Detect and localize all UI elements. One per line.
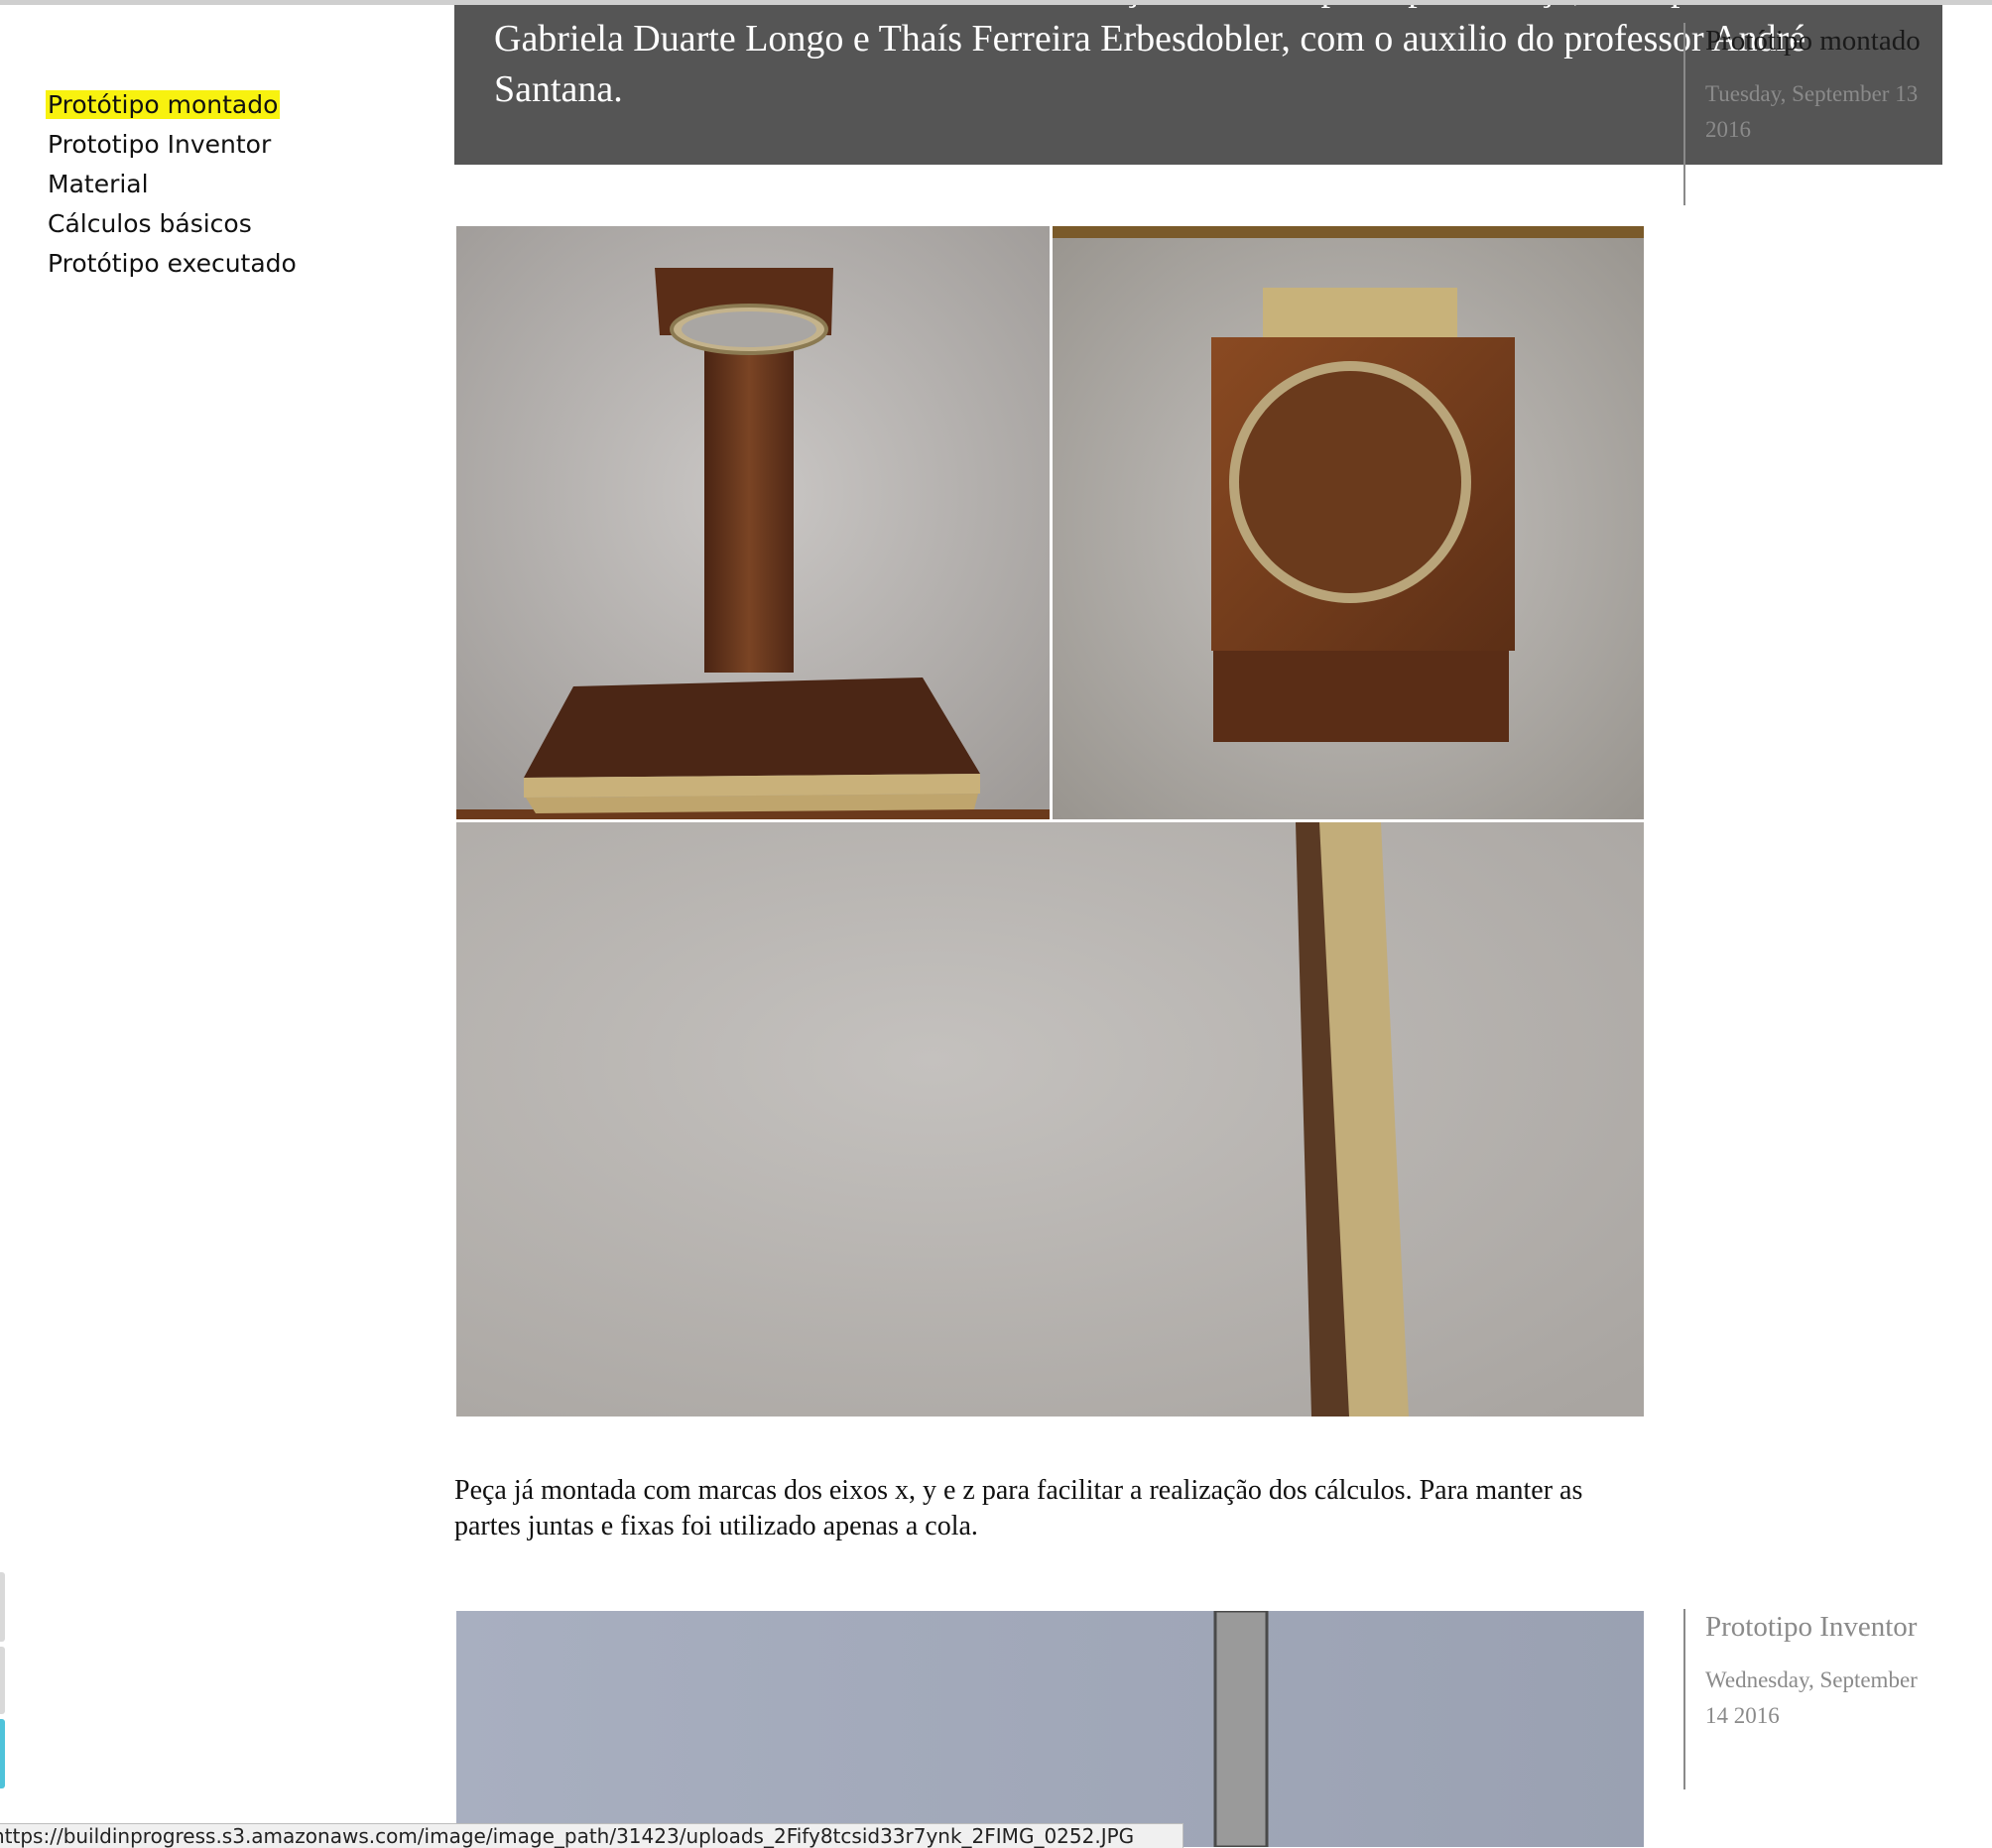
nav-item-label: Protótipo executado <box>48 249 297 278</box>
nav-item-prototipo-montado[interactable]: Protótipo montado <box>46 85 299 125</box>
entry-title: Prototipo Inventor <box>1705 1611 1918 1643</box>
side-edge-tab[interactable] <box>0 1647 5 1714</box>
nav-item-prototipo-executado[interactable]: Protótipo executado <box>46 244 299 284</box>
entry-meta-prototipo-montado: Protótipo montado Tuesday, September 13 … <box>1683 23 1933 205</box>
inventor-render-image <box>456 1611 1644 1847</box>
side-edge-tab-active[interactable] <box>0 1719 5 1788</box>
nav-item-label: Protótipo montado <box>46 90 281 119</box>
nav-item-label: Prototipo Inventor <box>48 130 272 159</box>
entry-date: Wednesday, September 14 2016 <box>1705 1667 1918 1728</box>
nav-item-calculos-basicos[interactable]: Cálculos básicos <box>46 204 299 244</box>
wooden-plank-edge-image <box>456 822 1644 1417</box>
steps-navigation: Protótipo montado Prototipo Inventor Mat… <box>46 85 299 284</box>
wooden-stand-top-image <box>1053 226 1644 819</box>
nav-item-material[interactable]: Material <box>46 165 299 204</box>
nav-item-prototipo-inventor[interactable]: Prototipo Inventor <box>46 125 299 165</box>
wooden-stand-side-image <box>456 226 1050 819</box>
entry-meta-prototipo-inventor: Prototipo Inventor Wednesday, September … <box>1683 1609 1933 1789</box>
status-url: https://buildinprogress.s3.amazonaws.com… <box>0 1824 1135 1848</box>
nav-item-label: Cálculos básicos <box>48 209 252 238</box>
photo-inventor-model[interactable] <box>456 1611 1644 1847</box>
photo-stand-side-view[interactable] <box>456 226 1050 819</box>
photo-plank-edge-view[interactable] <box>456 822 1644 1417</box>
entry-date: Tuesday, September 13 2016 <box>1705 81 1919 142</box>
entry-title: Protótipo montado <box>1705 25 1921 57</box>
browser-status-bar: https://buildinprogress.s3.amazonaws.com… <box>0 1823 1183 1848</box>
nav-item-label: Material <box>48 170 149 198</box>
photo-stand-top-view[interactable] <box>1053 226 1644 819</box>
side-edge-tab[interactable] <box>0 1572 5 1642</box>
step-description: Peça já montada com marcas dos eixos x, … <box>454 1475 1583 1541</box>
